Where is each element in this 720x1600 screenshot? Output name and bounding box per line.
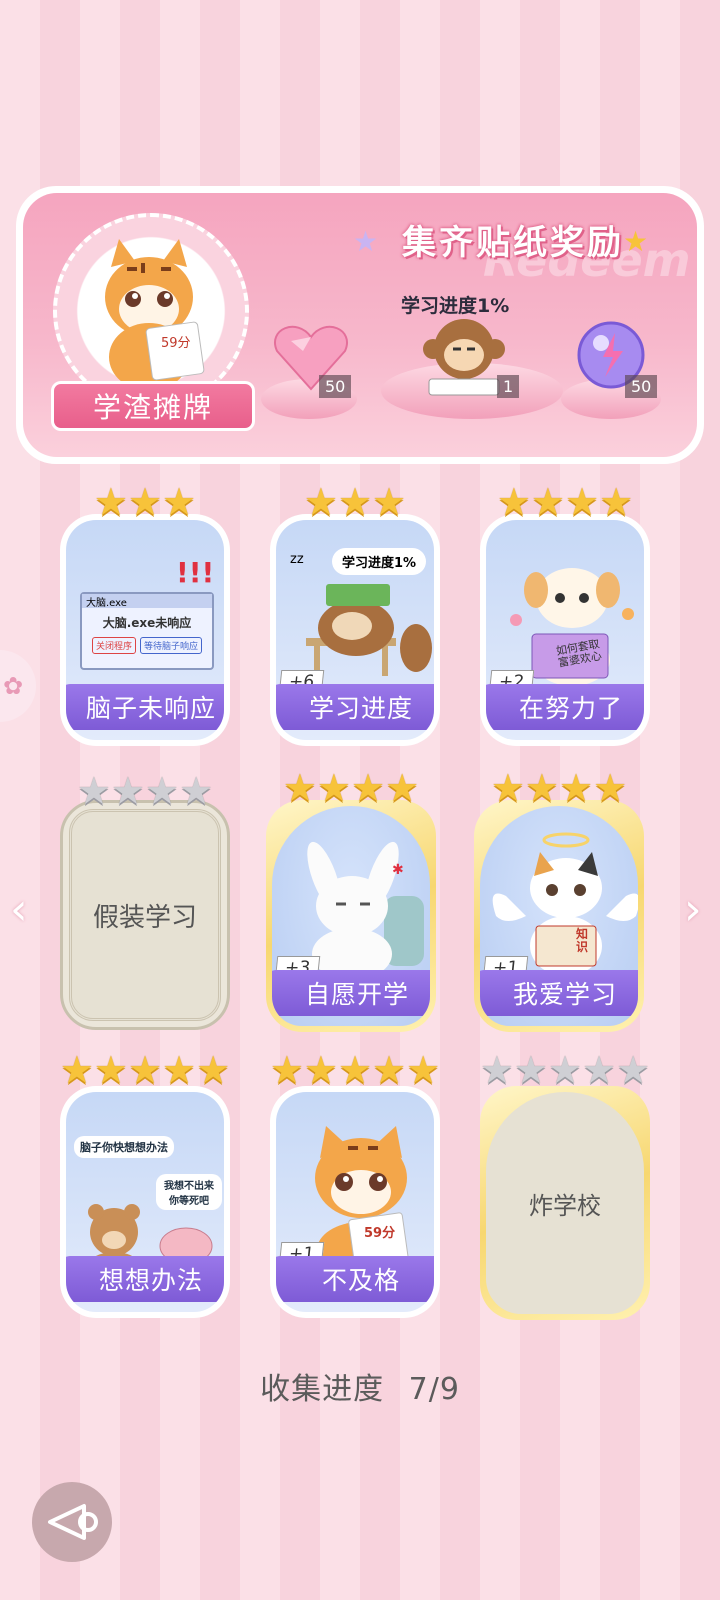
next-page-arrow[interactable]: › [684,884,702,935]
star-rating: ★ ★ ★ ★ ★ [59,1048,231,1092]
sticker-card-locked[interactable]: ★ ★ ★ ★ 假装学习 [60,771,230,1030]
collection-progress-value: 7/9 [408,1372,460,1407]
back-button[interactable] [32,1482,112,1562]
locked-card-label: 炸学校 [486,1092,644,1314]
card-label: 自愿开学 [272,970,430,1016]
card-label: 想想办法 [66,1256,224,1302]
sloth-illustration [306,584,432,676]
energy-orb-count: 50 [625,375,658,398]
star-rating: ★ ★ ★ ★ ★ [479,1048,651,1092]
speech-bubble: 学习进度1% [332,548,427,575]
locked-card-label: 假装学习 [69,809,221,1021]
tiger-avatar: 59分 [53,213,249,409]
window-title: 大脑.exe [82,594,212,609]
sticker-card-locked[interactable]: ★ ★ ★ ★ ★ 炸学校 [480,1050,650,1320]
star-rating: ★ ★ ★ ★ [496,480,634,524]
sticker-card[interactable]: ★ ★ ★ ★ 知识 +1 我爱学习 [474,768,644,1032]
sticker-card[interactable]: ★ ★ ★ ★ ★ 59分 +1 不及格 [270,1050,440,1318]
monkey-sticker-count: 1 [497,375,520,398]
svg-text:✱: ✱ [392,862,404,878]
back-arrow-icon [48,1504,98,1540]
exam-score: 59分 [364,1226,396,1241]
collection-progress: 收集进度 7/9 [0,1364,720,1408]
banner-label: 学渣摊牌 [51,381,255,431]
card-label: 脑子未响应 [66,684,224,730]
sticker-card[interactable]: ★ ★ ★ ★ ✱ +3 自愿开学 [266,768,436,1032]
star-rating: ★ ★ ★ ★ [490,766,628,810]
tiger-score: 59分 [161,336,191,351]
star-rating: ★ ★ ★ [303,480,407,524]
side-menu-tab[interactable]: ✿ [0,650,36,722]
reward-banner: Redeem ★ ★ 集齐贴纸奖励 59分 学渣摊牌 50 学习进度1% 1 5… [16,186,704,464]
card-label: 不及格 [276,1256,434,1302]
star-rating: ★ ★ ★ ★ ★ [269,1048,441,1092]
sticker-card[interactable]: ★ ★ ★ ★ 如何套取富婆欢心 +2 在努力了 [480,482,650,746]
star-icon: ★ [353,225,379,258]
star-rating: ★ ★ ★ ★ [282,766,420,810]
heart-gem-count: 50 [319,375,352,398]
sticker-card[interactable]: ★ ★ ★ ★ ★ 脑子你快想想办法 我想不出来你等死吧 想想办法 [60,1050,230,1318]
close-program-button: 关闭程序 [91,637,136,654]
book-text: 知识 [576,927,589,954]
collection-progress-label: 收集进度 [260,1372,385,1407]
sleep-zz: zz [290,552,304,567]
fan-icon: ✿ [2,672,24,700]
puppy-illustration [510,568,634,686]
card-label: 在努力了 [486,684,644,730]
card-label: 我爱学习 [480,970,638,1016]
banner-title: 集齐贴纸奖励 [402,222,624,263]
sticker-card[interactable]: ★ ★ ★ !!! 大脑.exe 大脑.exe未响应 关闭程序 等待脑子响应 脑子未… [60,482,230,746]
card-label: 学习进度 [276,684,434,730]
prev-page-arrow[interactable]: ‹ [10,884,28,935]
star-rating: ★ ★ ★ [93,480,197,524]
speech-bubble-bear: 脑子你快想想办法 [74,1136,174,1158]
wait-response-button: 等待脑子响应 [140,637,203,654]
star-rating: ★ ★ ★ ★ [76,769,214,813]
sticker-card[interactable]: ★ ★ ★ zz 学习进度1% +6 学习进度 [270,482,440,746]
window-message: 大脑.exe未响应 [102,616,192,630]
